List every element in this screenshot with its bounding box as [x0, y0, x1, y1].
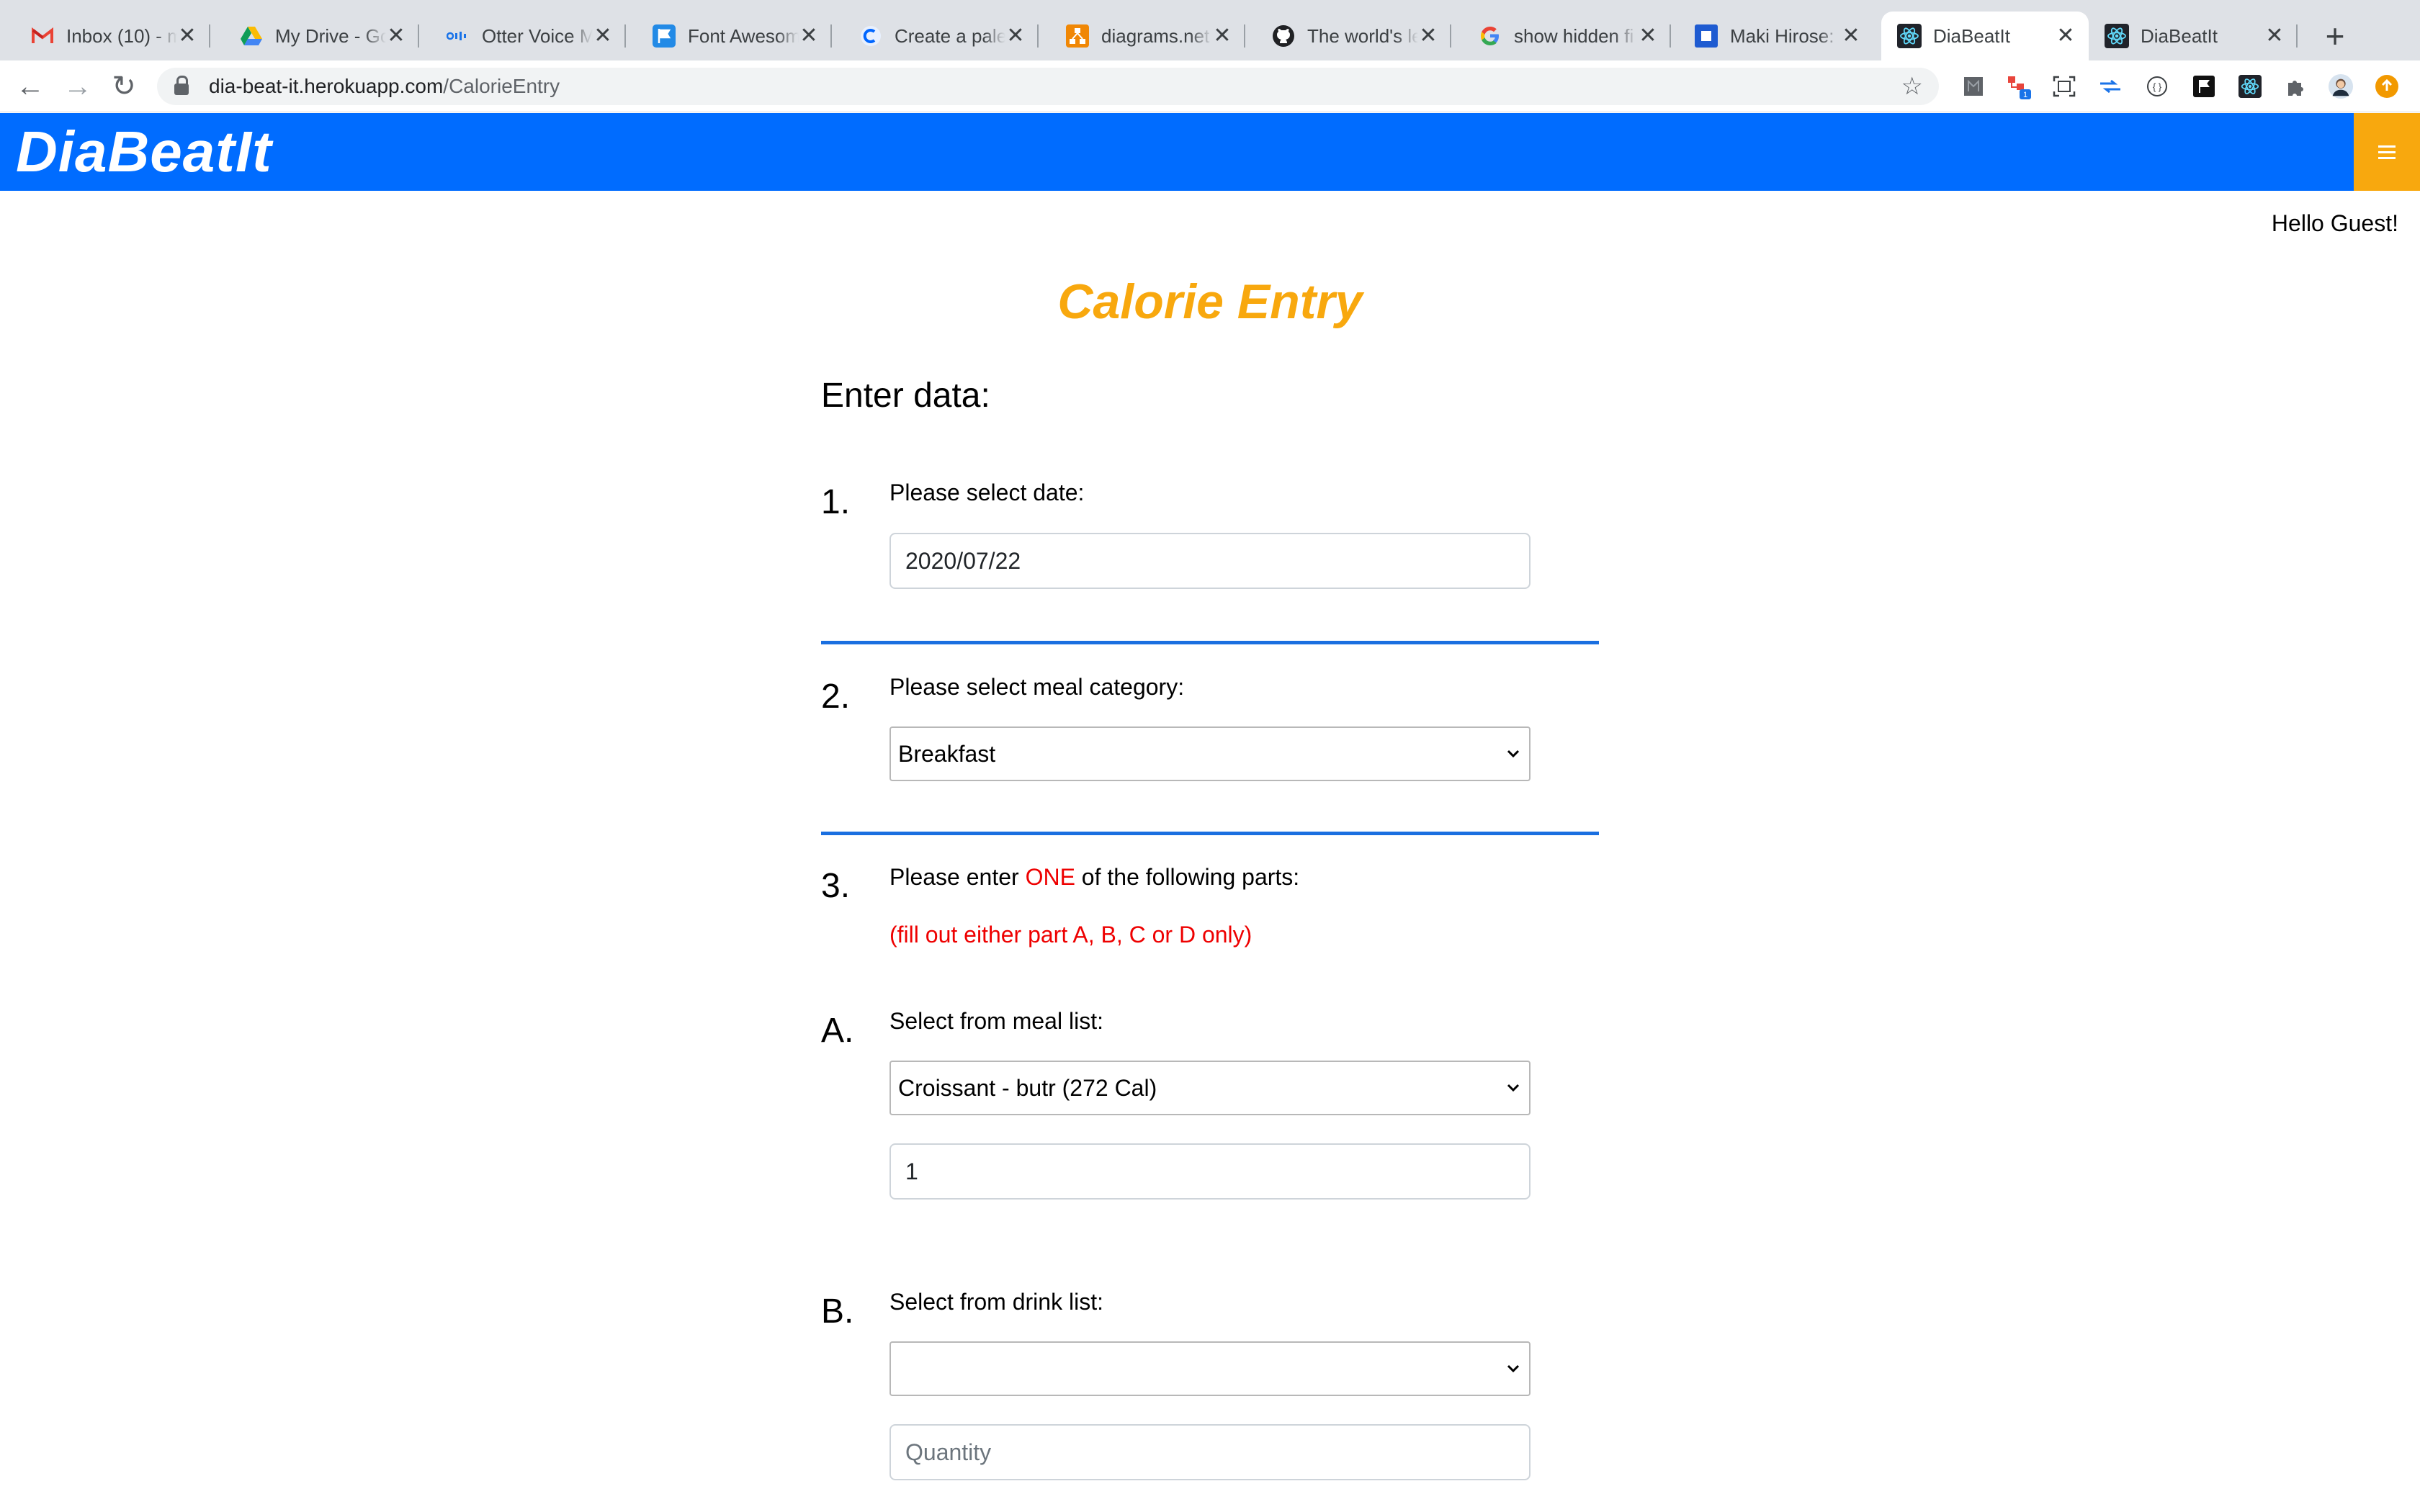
address-bar[interactable]: dia-beat-it.herokuapp.com/CalorieEntry ☆	[157, 68, 1939, 105]
tab-title: DiaBeatIt	[1933, 24, 2010, 47]
close-icon[interactable]: ✕	[799, 25, 819, 47]
reload-icon[interactable]: ↻	[107, 69, 141, 104]
close-icon[interactable]: ✕	[177, 25, 197, 47]
back-arrow-icon[interactable]: ←	[13, 69, 48, 104]
tab-title: diagrams.net	[1101, 24, 1210, 47]
bookmark-star-icon[interactable]: ☆	[1901, 72, 1923, 101]
close-icon[interactable]: ✕	[1005, 25, 1026, 47]
forward-arrow-icon[interactable]: →	[60, 69, 95, 104]
drink-quantity-input[interactable]: Quantity	[889, 1424, 1531, 1480]
close-icon[interactable]: ✕	[386, 25, 406, 47]
close-icon[interactable]: ✕	[1841, 25, 1861, 47]
select-value: Croissant - butr (272 Cal)	[898, 1074, 1157, 1101]
tab-title: Create a palett	[895, 24, 1005, 47]
close-icon[interactable]: ✕	[2264, 25, 2285, 47]
flag-extension-icon[interactable]	[2191, 73, 2217, 99]
close-icon[interactable]: ✕	[2056, 25, 2076, 47]
page-title: Calorie Entry	[1057, 274, 1363, 329]
square-app-icon	[1694, 24, 1718, 48]
lock-icon	[174, 76, 189, 95]
form-heading: Enter data:	[821, 377, 990, 415]
section-divider	[821, 832, 1599, 835]
close-icon[interactable]: ✕	[1418, 25, 1438, 47]
hamburger-menu-icon[interactable]	[2354, 113, 2420, 191]
close-icon[interactable]: ✕	[1638, 25, 1658, 47]
sync-arrows-icon[interactable]	[2097, 73, 2123, 99]
step-number: 1.	[821, 483, 851, 521]
chevron-down-icon	[1507, 750, 1520, 758]
browser-toolbar: ← → ↻ dia-beat-it.herokuapp.com/CalorieE…	[0, 60, 2420, 112]
react-icon	[2105, 24, 2129, 48]
tab-title: The world's lea	[1307, 24, 1418, 47]
step-number: 2.	[821, 678, 851, 716]
tab-diabeatit[interactable]: DiaBeatIt ✕	[2089, 12, 2298, 60]
tab-title: Inbox (10) - m	[66, 24, 177, 47]
tab-drive[interactable]: My Drive - Goo ✕	[223, 12, 419, 60]
tab-title: Otter Voice Me	[482, 24, 593, 47]
tab-font-awesome[interactable]: Font Awesome ✕	[636, 12, 832, 60]
extension-grid-icon[interactable]	[1960, 73, 1986, 99]
update-available-icon[interactable]	[2374, 73, 2400, 99]
font-awesome-flag-icon	[652, 24, 676, 48]
parts-instruction-label: Please enter ONE of the following parts:	[889, 864, 1300, 890]
gmail-icon	[30, 24, 55, 48]
parts-note: (fill out either part A, B, C or D only)	[889, 922, 1252, 948]
tab-maki-hirose[interactable]: Maki Hirose: L ✕	[1678, 12, 1874, 60]
profile-avatar-icon[interactable]	[2328, 73, 2354, 99]
meal-quantity-input[interactable]: 1	[889, 1143, 1531, 1200]
browser-tab-strip: Inbox (10) - m ✕ My Drive - Goo ✕ Otter …	[0, 0, 2420, 60]
chevron-down-icon	[1507, 1084, 1520, 1092]
tab-diagrams[interactable]: diagrams.net ✕	[1049, 12, 1245, 60]
tab-title: Font Awesome	[688, 24, 799, 47]
code-brackets-icon[interactable]: { }	[2144, 73, 2170, 99]
extension-network-icon[interactable]: 1	[2007, 73, 2033, 99]
meal-list-label: Select from meal list:	[889, 1008, 1103, 1034]
tab-title: show hidden fi	[1514, 24, 1634, 47]
tab-github[interactable]: The world's lea ✕	[1255, 12, 1451, 60]
tab-title: Maki Hirose: L	[1730, 24, 1841, 47]
user-greeting: Hello Guest!	[2271, 210, 2398, 236]
meal-category-select[interactable]: Breakfast	[889, 726, 1531, 781]
select-value: Breakfast	[898, 740, 996, 767]
app-navbar: DiaBeatIt	[0, 113, 2420, 191]
otter-icon	[446, 24, 470, 48]
part-letter: A.	[821, 1012, 854, 1050]
meal-category-label: Please select meal category:	[889, 674, 1185, 700]
chevron-down-icon	[1507, 1364, 1520, 1373]
date-input[interactable]: 2020/07/22	[889, 533, 1531, 589]
diagrams-net-icon	[1065, 24, 1090, 48]
tab-title: DiaBeatIt	[2141, 24, 2218, 47]
emphasis-one: ONE	[1025, 864, 1075, 890]
new-tab-button[interactable]: +	[2315, 16, 2355, 56]
step-number: 3.	[821, 867, 851, 905]
close-icon[interactable]: ✕	[593, 25, 613, 47]
part-letter: B.	[821, 1292, 854, 1331]
drink-list-label: Select from drink list:	[889, 1289, 1103, 1315]
extension-badge: 1	[2023, 91, 2027, 99]
coolors-icon	[859, 24, 883, 48]
close-icon[interactable]: ✕	[1212, 25, 1232, 47]
meal-list-select[interactable]: Croissant - butr (272 Cal)	[889, 1061, 1531, 1115]
puzzle-extensions-icon[interactable]	[2283, 73, 2309, 99]
url-text: dia-beat-it.herokuapp.com/CalorieEntry	[209, 75, 560, 97]
google-icon	[1478, 24, 1502, 48]
brand-logo[interactable]: DiaBeatIt	[16, 120, 272, 184]
tab-title: My Drive - Goo	[275, 24, 386, 47]
tab-gmail[interactable]: Inbox (10) - m ✕	[14, 12, 210, 60]
tab-google-search[interactable]: show hidden fi ✕	[1462, 12, 1671, 60]
date-label: Please select date:	[889, 480, 1085, 505]
screenshot-icon[interactable]	[2051, 73, 2077, 99]
drink-list-select[interactable]	[889, 1341, 1531, 1396]
react-devtools-icon[interactable]	[2237, 73, 2263, 99]
github-icon	[1271, 24, 1296, 48]
tab-coolors[interactable]: Create a palett ✕	[843, 12, 1039, 60]
tab-otter[interactable]: Otter Voice Me ✕	[430, 12, 626, 60]
tab-diabeatit-active[interactable]: DiaBeatIt ✕	[1881, 12, 2089, 60]
react-icon	[1897, 24, 1922, 48]
section-divider	[821, 641, 1599, 644]
svg-text:{ }: { }	[2153, 81, 2162, 92]
google-drive-icon	[239, 24, 264, 48]
